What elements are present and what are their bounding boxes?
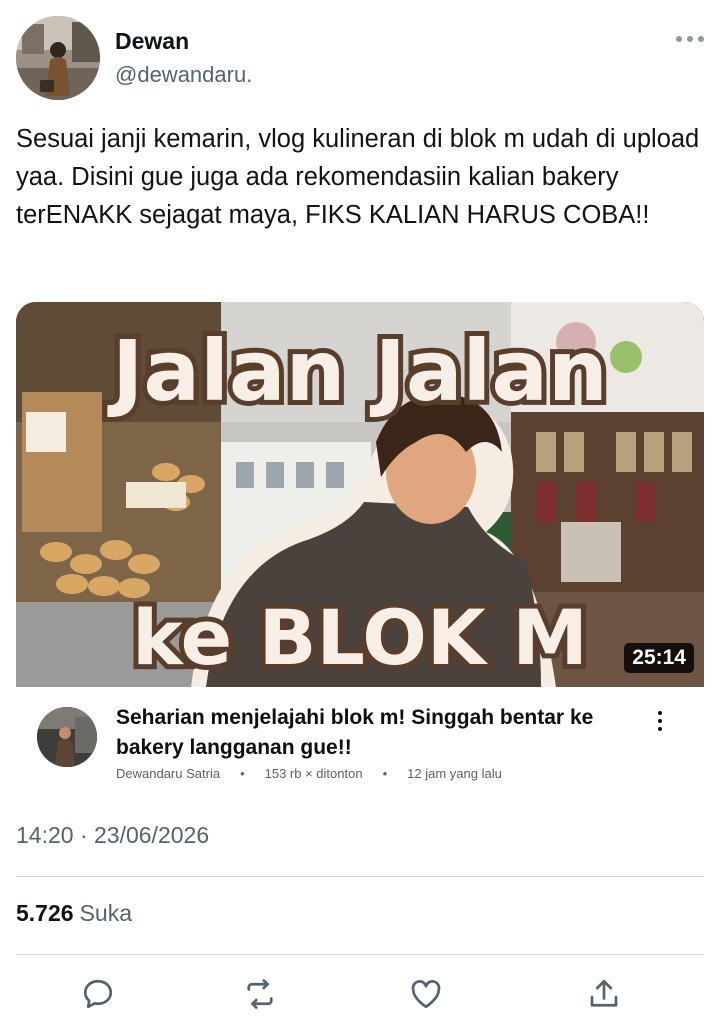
share-icon[interactable] (582, 972, 626, 1016)
author-handle[interactable]: @dewandaru. (115, 62, 252, 88)
video-duration-badge: 25:14 (624, 643, 694, 673)
author-avatar[interactable] (16, 16, 100, 100)
retweet-icon[interactable] (238, 972, 282, 1016)
view-count: 153 rb × ditonton (264, 766, 363, 781)
channel-name[interactable]: Dewandaru Satria (116, 766, 220, 781)
like-count-label: Suka (79, 900, 132, 926)
reply-icon[interactable] (76, 972, 120, 1016)
like-count[interactable]: 5.726 Suka (16, 900, 132, 927)
tweet-timestamp[interactable]: 14:20 · 23/06/2026 (16, 822, 209, 849)
video-menu-icon[interactable] (654, 709, 666, 739)
more-options-icon[interactable] (676, 36, 704, 46)
divider (16, 876, 704, 877)
author-name[interactable]: Dewan (115, 28, 189, 55)
thumbnail-title-line2-fill: ke BLOK M (132, 593, 588, 682)
video-thumbnail[interactable]: Jalan Jalan Jalan Jalan ke BLOK M ke BLO… (16, 302, 704, 687)
tweet-header: Dewan @dewandaru. (16, 16, 704, 100)
video-title[interactable]: Seharian menjelajahi blok m! Singgah ben… (116, 703, 636, 763)
video-meta: Dewandaru Satria • 153 rb × ditonton • 12 ja… (116, 766, 502, 781)
upload-age: 12 jam yang lalu (407, 766, 502, 781)
divider (16, 954, 704, 955)
video-card[interactable]: Jalan Jalan Jalan Jalan ke BLOK M ke BLO… (16, 302, 704, 802)
video-info: Seharian menjelajahi blok m! Singgah ben… (16, 687, 704, 797)
like-icon[interactable] (404, 972, 448, 1016)
action-bar (0, 972, 720, 1022)
channel-avatar[interactable] (37, 707, 97, 767)
thumbnail-title-line1-fill: Jalan Jalan (107, 322, 608, 420)
like-count-value: 5.726 (16, 900, 74, 926)
tweet-text: Sesuai janji kemarin, vlog kulineran di … (16, 125, 700, 229)
